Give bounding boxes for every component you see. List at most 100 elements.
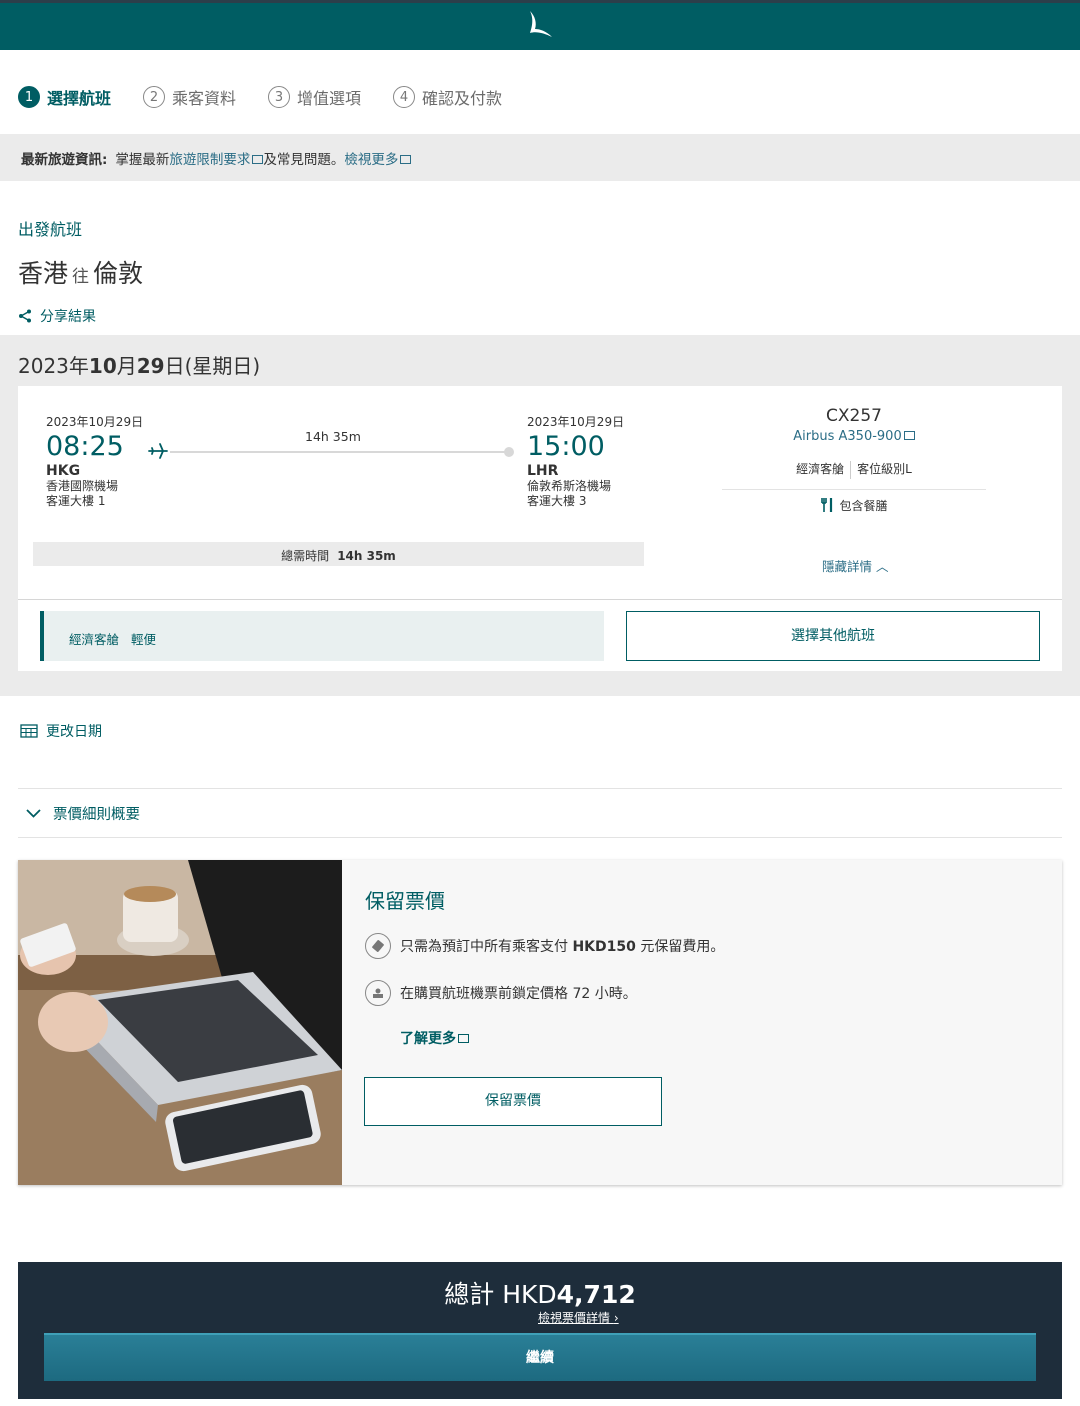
meal-label: 包含餐膳 — [839, 498, 888, 513]
hold-fare-button[interactable]: 保留票價 — [364, 1077, 662, 1126]
step-select-flight[interactable]: 1 選擇航班 — [18, 85, 111, 109]
travel-notice-banner: 最新旅遊資訊: 掌握最新旅遊限制要求 及常見問題。檢視更多 — [0, 134, 1080, 181]
price-lock-item: 在購買航班機票前鎖定價格 72 小時。 — [365, 980, 637, 1006]
step-number: 4 — [393, 86, 416, 108]
step-number: 3 — [268, 86, 291, 108]
divider — [18, 837, 1062, 838]
change-date-link[interactable]: 更改日期 — [20, 721, 102, 741]
booking-stepper: 1 選擇航班 2 乘客資料 3 增值選項 4 確認及付款 — [18, 83, 534, 111]
calendar-icon — [20, 724, 38, 738]
total-price: 總計 HKD4,712 — [18, 1275, 1062, 1311]
total-label: 總計 HKD — [444, 1280, 557, 1309]
learn-more-link[interactable]: 了解更多 — [400, 1028, 469, 1048]
departure-code: HKG — [46, 463, 81, 479]
travel-restrictions-link[interactable]: 旅遊限制要求 — [169, 152, 250, 168]
cutlery-icon — [821, 498, 833, 512]
arrival-time: 15:00 — [527, 431, 605, 462]
total-travel-time: 總需時間 14h 35m — [33, 542, 644, 566]
fare-class: 客位級別L — [857, 462, 912, 476]
arrival-block: 2023年10月29日 15:00 LHR 倫敦希斯洛機場 客運大樓 3 — [527, 413, 624, 509]
flight-info: CX257 Airbus A350-900 經濟客艙 客位級別L 包含餐膳 — [722, 406, 986, 514]
outbound-label: 出發航班 — [18, 220, 83, 239]
learn-more-label: 了解更多 — [400, 1031, 456, 1047]
departure-airport: 香港國際機場 — [46, 479, 119, 493]
brushwing-logo-icon[interactable] — [526, 9, 556, 45]
flight-card: 2023年10月29日 08:25 HKG 香港國際機場 客運大樓 1 14h … — [18, 386, 1062, 671]
hold-fare-panel: 保留票價 只需為預訂中所有乘客支付 HKD150 元保留費用。 在購買航班機票前… — [18, 860, 1062, 1185]
view-details-label: 檢視票價詳情 — [538, 1311, 611, 1325]
step-label: 乘客資料 — [172, 89, 237, 108]
arrival-code: LHR — [527, 463, 559, 479]
total-amount: 4,712 — [556, 1280, 636, 1309]
hold-fee-pre: 只需為預訂中所有乘客支付 — [400, 939, 573, 955]
date-year: 2023年 — [18, 354, 89, 378]
external-link-icon — [252, 155, 264, 164]
cabin-class: 經濟客艙 — [796, 462, 845, 476]
select-other-flight-button[interactable]: 選擇其他航班 — [626, 611, 1040, 661]
step-add-ons[interactable]: 3 增值選項 — [268, 85, 361, 109]
view-more-link[interactable]: 檢視更多 — [344, 152, 398, 168]
hide-details-toggle[interactable]: 隱藏詳情 ︿ — [822, 556, 889, 575]
divider — [850, 460, 852, 479]
hold-fee-text: 只需為預訂中所有乘客支付 HKD150 元保留費用。 — [400, 936, 724, 956]
arrival-airport: 倫敦希斯洛機場 — [527, 479, 612, 493]
step-number: 1 — [18, 86, 40, 108]
external-link-icon — [903, 431, 915, 440]
destination-city: 倫敦 — [93, 259, 144, 288]
arrival-terminal: 客運大樓 3 — [527, 494, 587, 508]
selected-fare[interactable]: 經濟客艙 輕便 — [40, 611, 604, 661]
hide-details-label: 隱藏詳情 — [822, 559, 873, 574]
departure-terminal: 客運大樓 1 — [46, 494, 106, 508]
step-label: 確認及付款 — [422, 89, 503, 108]
date-day: 29 — [136, 354, 165, 378]
fare-type: 輕便 — [131, 632, 157, 647]
hold-fee-amount: HKD150 — [572, 939, 636, 955]
hold-fare-title: 保留票價 — [365, 889, 445, 913]
flight-number: CX257 — [826, 406, 882, 426]
aircraft-type: Airbus A350-900 — [793, 429, 902, 444]
fare-rules-toggle[interactable]: 票價細則概要 — [26, 803, 140, 824]
total-time-value: 14h 35m — [337, 549, 396, 563]
step-passenger-info[interactable]: 2 乘客資料 — [143, 85, 236, 109]
share-icon — [19, 309, 31, 323]
departure-date: 2023年10月29日 — [46, 415, 144, 429]
date-weekday: 日(星期日) — [164, 354, 261, 378]
laptop-coffee-image — [18, 860, 342, 1185]
fare-cabin: 經濟客艙 — [69, 632, 120, 647]
divider — [18, 788, 1062, 789]
route-to: 往 — [72, 267, 90, 287]
flight-duration: 14h 35m — [305, 429, 361, 444]
external-link-icon — [400, 155, 412, 164]
arrival-date: 2023年10月29日 — [527, 415, 625, 429]
hold-fee-item: 只需為預訂中所有乘客支付 HKD150 元保留費用。 — [365, 933, 724, 959]
view-fare-details-link[interactable]: 檢視票價詳情 › — [538, 1309, 619, 1326]
step-number: 2 — [143, 86, 166, 108]
arrival-dot — [504, 447, 514, 457]
chevron-right-icon: › — [613, 1311, 619, 1325]
step-confirm-pay[interactable]: 4 確認及付款 — [393, 85, 502, 109]
ticket-icon — [365, 933, 391, 959]
external-link-icon — [458, 1034, 469, 1043]
aircraft-link[interactable]: Airbus A350-900 — [722, 429, 986, 444]
step-label: 選擇航班 — [47, 89, 112, 108]
flight-path-line — [170, 447, 514, 457]
date-month: 10 — [88, 354, 117, 378]
meal-info: 包含餐膳 — [722, 497, 986, 514]
top-bar — [0, 0, 1080, 50]
share-results-button[interactable]: 分享結果 — [18, 306, 96, 326]
price-lock-text: 在購買航班機票前鎖定價格 72 小時。 — [400, 986, 637, 1002]
total-footer: 總計 HKD4,712 檢視票價詳情 › 繼續 — [18, 1262, 1062, 1399]
chevron-up-icon: ︿ — [876, 559, 889, 574]
origin-city: 香港 — [18, 259, 69, 288]
departure-block: 2023年10月29日 08:25 HKG 香港國際機場 客運大樓 1 — [46, 413, 143, 509]
step-label: 增值選項 — [297, 89, 362, 108]
total-time-label: 總需時間 — [281, 549, 330, 563]
notice-text-2: 及常見問題。 — [263, 152, 345, 168]
price-lock-icon — [365, 980, 391, 1006]
continue-button[interactable]: 繼續 — [44, 1333, 1036, 1381]
cabin-row: 經濟客艙 客位級別L — [722, 460, 986, 490]
plane-icon — [148, 443, 168, 459]
notice-label: 最新旅遊資訊: — [21, 152, 108, 168]
share-label: 分享結果 — [40, 309, 96, 325]
route-title: 香港往倫敦 — [18, 254, 143, 290]
